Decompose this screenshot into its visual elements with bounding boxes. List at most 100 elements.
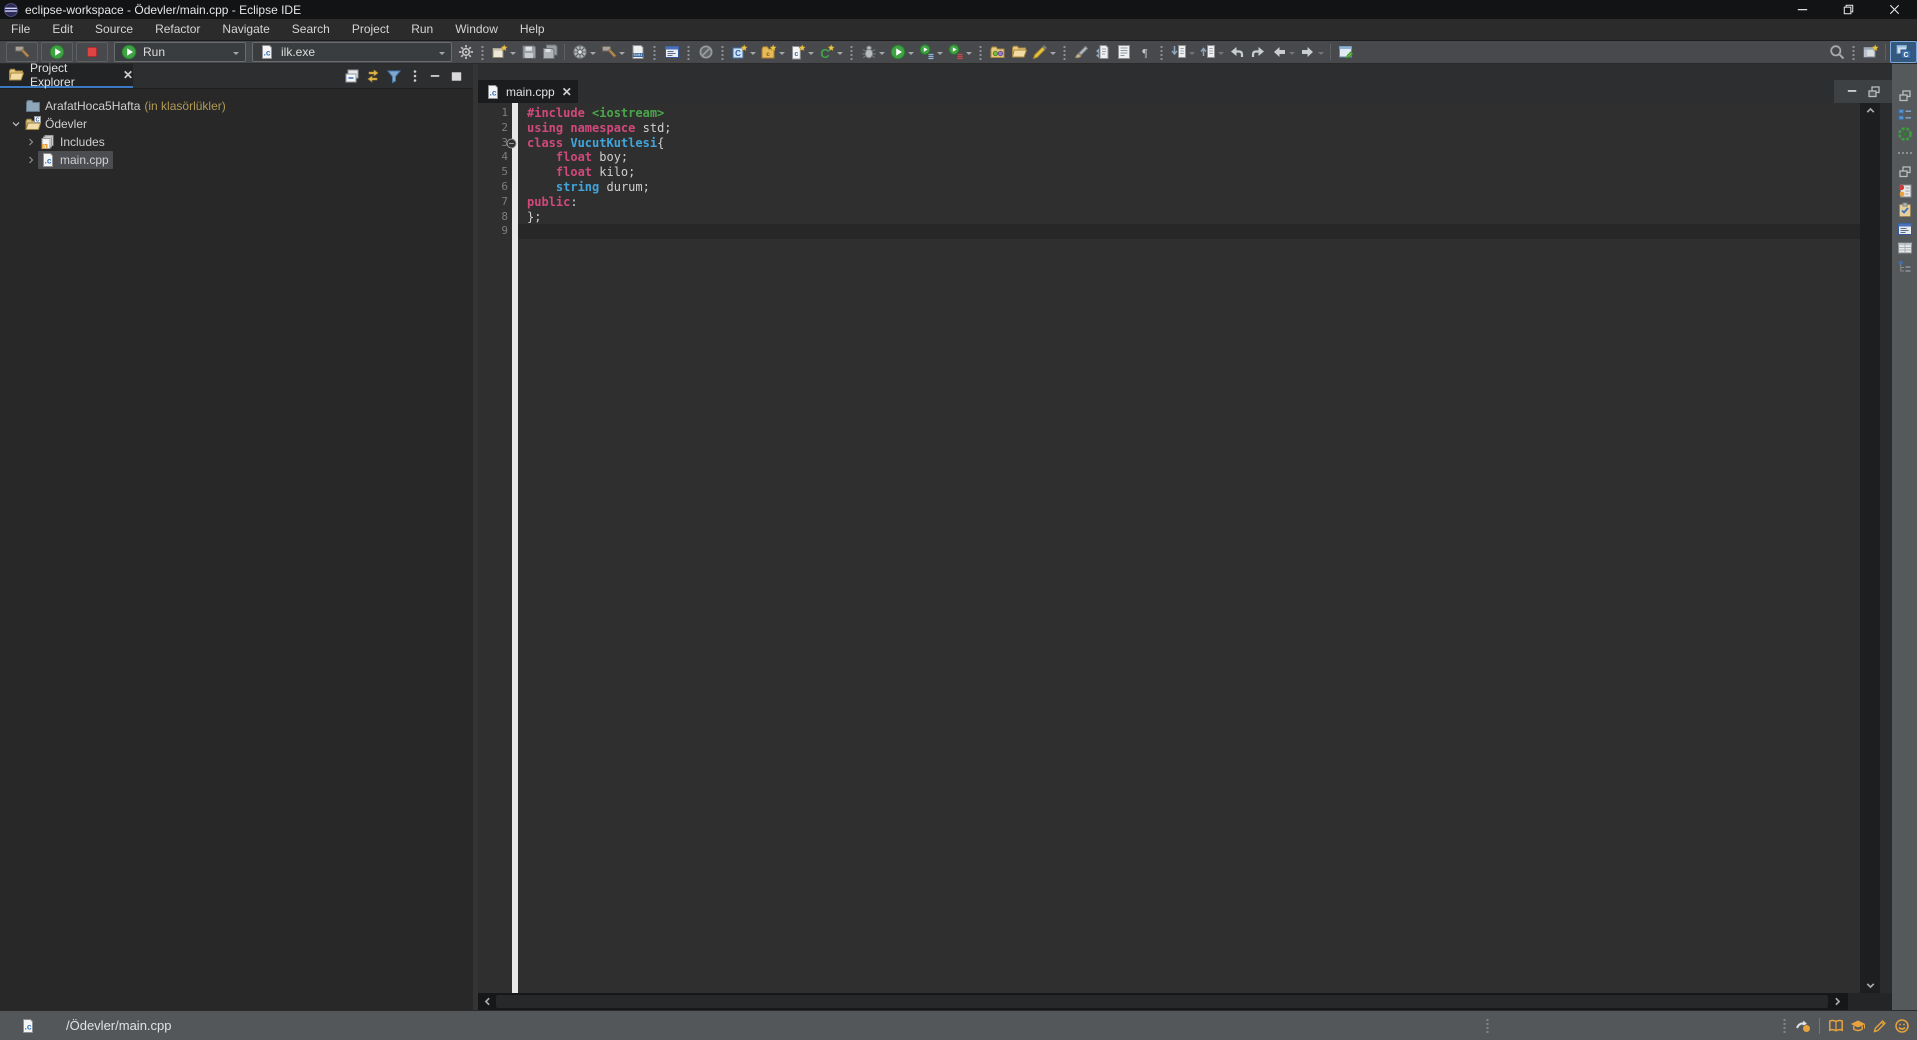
close-tab-icon[interactable]: ✕ <box>562 85 572 99</box>
build-hammer-button[interactable] <box>598 42 627 62</box>
code-line-8[interactable]: }; <box>527 210 1860 225</box>
new-c-file-button[interactable]: c <box>787 42 816 62</box>
code-line-2[interactable]: using namespace std; <box>527 121 1860 136</box>
profile-run-button[interactable] <box>945 42 974 62</box>
menu-item-project[interactable]: Project <box>341 19 400 41</box>
run-play-button[interactable] <box>41 42 73 62</box>
notification-button[interactable] <box>1792 1016 1814 1036</box>
restore-view-button[interactable] <box>1892 86 1917 105</box>
chevron-down-icon[interactable] <box>233 52 239 58</box>
new-class-button[interactable]: C <box>729 42 758 62</box>
scroll-up-icon[interactable] <box>1860 103 1880 118</box>
tree-item-includes[interactable]: hIncludes <box>0 133 473 151</box>
view-menu-button[interactable] <box>404 67 425 85</box>
run-play-button[interactable] <box>887 42 916 62</box>
book-button[interactable] <box>1825 1016 1847 1036</box>
wheel-button[interactable] <box>569 42 598 62</box>
chevron-down-icon[interactable] <box>590 52 596 58</box>
restore-window-button[interactable] <box>1825 0 1871 19</box>
tree-item-body[interactable]: CÖdevler <box>23 115 91 133</box>
launch-config-combo[interactable]: .cilk.exe <box>252 42 452 62</box>
chevron-down-icon[interactable] <box>510 52 516 58</box>
linked-doc-button[interactable] <box>1092 42 1113 62</box>
folder-gears-button[interactable] <box>987 42 1008 62</box>
chevron-down-icon[interactable] <box>750 52 756 58</box>
horizontal-scrollbar[interactable] <box>478 993 1892 1010</box>
line-number-ruler[interactable]: 123456789 <box>478 103 512 993</box>
code-line-5[interactable]: float kilo; <box>527 165 1860 180</box>
editor-tab-maincpp[interactable]: .c main.cpp ✕ <box>478 80 578 103</box>
chevron-down-icon[interactable] <box>1289 52 1295 58</box>
code-line-9[interactable] <box>527 224 1860 239</box>
overview-ruler[interactable] <box>1880 103 1892 993</box>
menu-item-help[interactable]: Help <box>509 19 556 41</box>
chevron-down-icon[interactable] <box>1318 52 1324 58</box>
call-hierarchy-button[interactable] <box>1892 257 1917 276</box>
minimize-editor-button[interactable] <box>1845 84 1860 99</box>
link-editor-button[interactable] <box>362 67 383 85</box>
tree-item-main-cpp[interactable]: .cmain.cpp <box>0 151 473 169</box>
menu-item-run[interactable]: Run <box>400 19 444 41</box>
menu-item-source[interactable]: Source <box>84 19 144 41</box>
chevron-down-icon[interactable] <box>1050 52 1056 58</box>
outline-view-button[interactable] <box>1892 105 1917 124</box>
tree-item-devler[interactable]: CÖdevler <box>0 115 473 133</box>
launch-mode-combo[interactable]: Run <box>114 42 246 62</box>
menu-item-file[interactable]: File <box>0 19 41 41</box>
paintbrush-button[interactable] <box>1071 42 1092 62</box>
code-line-3[interactable]: class VucutKutlesi{ <box>527 136 1860 151</box>
back-arrow-button[interactable] <box>1268 42 1297 62</box>
chevron-down-icon[interactable] <box>879 52 885 58</box>
cpp-perspective-button[interactable]: C <box>1890 41 1917 63</box>
stop-square-button[interactable] <box>76 42 108 62</box>
outline-doc-button[interactable] <box>1113 42 1134 62</box>
build-targets-button[interactable] <box>1892 124 1917 143</box>
code-line-6[interactable]: string durum; <box>527 180 1860 195</box>
tree-item-body[interactable]: .cmain.cpp <box>38 151 113 169</box>
min-dash-button[interactable] <box>425 67 446 85</box>
restore-view-button[interactable] <box>1892 162 1917 181</box>
save-all-button[interactable] <box>539 42 560 62</box>
run-list-button[interactable] <box>916 42 945 62</box>
forward-arrow-button[interactable] <box>1297 42 1326 62</box>
forward-curved-button[interactable] <box>1247 42 1268 62</box>
back-curved-button[interactable] <box>1226 42 1247 62</box>
code-editor[interactable]: 123456789 #include <iostream>using names… <box>478 103 1892 993</box>
search-button[interactable] <box>1826 42 1847 62</box>
tasks-view-button[interactable] <box>1892 200 1917 219</box>
code-line-4[interactable]: float boy; <box>527 150 1860 165</box>
project-explorer-tab[interactable]: Project Explorer ✕ <box>0 64 133 88</box>
tree-item-body[interactable]: ArafatHoca5Hafta(in klasörlükler) <box>23 97 230 115</box>
tree-item-arafathoca5hafta[interactable]: ArafatHoca5Hafta(in klasörlükler) <box>0 97 473 115</box>
chevron-down-icon[interactable] <box>779 52 785 58</box>
folder-open-button[interactable] <box>1008 42 1029 62</box>
pilcrow-button[interactable]: ¶ <box>1134 42 1155 62</box>
menu-item-search[interactable]: Search <box>281 19 341 41</box>
console-window-button[interactable] <box>661 42 682 62</box>
grad-cap-button[interactable] <box>1847 1016 1869 1036</box>
chevron-down-icon[interactable] <box>937 52 943 58</box>
chevron-down-icon[interactable] <box>8 118 23 130</box>
chevron-down-icon[interactable] <box>908 52 914 58</box>
gear-button[interactable] <box>455 42 476 62</box>
open-perspective-button[interactable] <box>1860 42 1881 62</box>
problems-view-button[interactable] <box>1892 181 1917 200</box>
smiley-button[interactable] <box>1891 1016 1913 1036</box>
chevron-down-icon[interactable] <box>439 52 445 58</box>
fold-collapse-icon[interactable] <box>506 138 517 149</box>
chevron-down-icon[interactable] <box>619 52 625 58</box>
properties-view-button[interactable] <box>1892 238 1917 257</box>
new-wizard-button[interactable] <box>489 42 518 62</box>
build-hammer-button[interactable] <box>6 42 38 62</box>
tree-item-body[interactable]: hIncludes <box>38 133 109 151</box>
scroll-down-icon[interactable] <box>1860 978 1880 993</box>
annotation-down-button[interactable] <box>1168 42 1197 62</box>
save-button[interactable] <box>518 42 539 62</box>
chevron-right-icon[interactable] <box>23 136 38 148</box>
menu-item-navigate[interactable]: Navigate <box>211 19 280 41</box>
code-line-1[interactable]: #include <iostream> <box>527 106 1860 121</box>
max-square-button[interactable] <box>446 67 467 85</box>
code-text-area[interactable]: #include <iostream>using namespace std;c… <box>518 103 1860 993</box>
annotation-up-button[interactable] <box>1197 42 1226 62</box>
menu-item-refactor[interactable]: Refactor <box>144 19 211 41</box>
